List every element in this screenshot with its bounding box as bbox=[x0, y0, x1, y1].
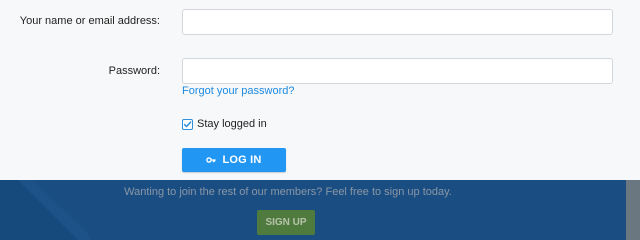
name-label: Your name or email address: bbox=[19, 15, 160, 27]
scrollbar[interactable] bbox=[626, 180, 640, 240]
stay-logged-in-checkbox[interactable] bbox=[182, 118, 193, 130]
stay-logged-in-option[interactable]: Stay logged in bbox=[182, 118, 267, 130]
stay-logged-in-label: Stay logged in bbox=[197, 118, 267, 130]
signup-button[interactable]: SIGN UP bbox=[257, 210, 315, 235]
name-email-input[interactable] bbox=[182, 9, 613, 35]
key-icon bbox=[206, 155, 217, 165]
password-input[interactable] bbox=[182, 58, 613, 84]
signup-button-label: SIGN UP bbox=[265, 217, 307, 228]
password-label: Password: bbox=[108, 65, 160, 77]
login-form: Your name or email address: Password: Fo… bbox=[0, 0, 640, 180]
signup-section: Wanting to join the rest of our members?… bbox=[0, 180, 640, 240]
scrollbar-thumb[interactable] bbox=[626, 180, 640, 240]
signup-prompt-text: Wanting to join the rest of our members?… bbox=[124, 186, 452, 198]
login-button[interactable]: LOG IN bbox=[182, 148, 286, 172]
forgot-password-link[interactable]: Forgot your password? bbox=[182, 85, 295, 97]
login-button-label: LOG IN bbox=[222, 154, 262, 166]
checkmark-icon bbox=[183, 120, 192, 127]
